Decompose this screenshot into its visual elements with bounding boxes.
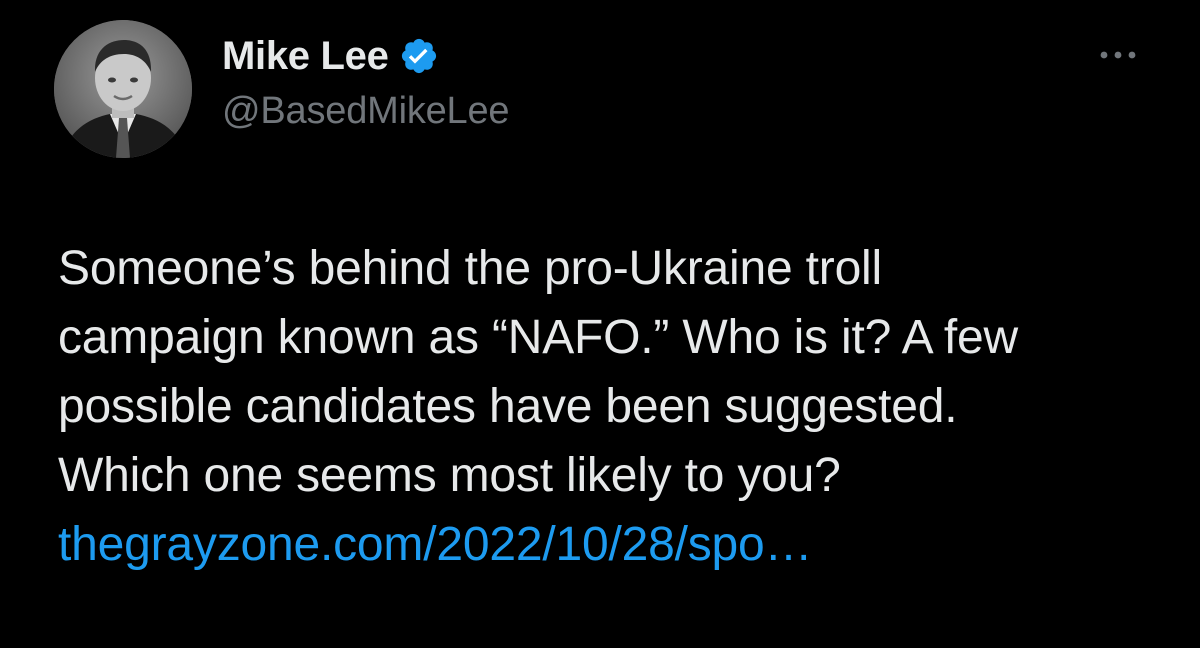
tweet-card: Mike Lee @BasedMikeLee Someone’s behind …	[0, 0, 1200, 648]
tweet-text-line: campaign known as “NAFO.” Who is it? A f…	[58, 311, 1018, 364]
tweet-text-line: Which one seems most likely to you?	[58, 449, 841, 502]
author-avatar[interactable]	[54, 20, 192, 158]
verified-badge-icon	[399, 36, 439, 76]
tweet-text-line: possible candidates have been suggested.	[58, 380, 958, 433]
avatar-photo	[54, 20, 192, 158]
author-handle[interactable]: @BasedMikeLee	[222, 90, 510, 133]
tweet-body: Someone’s behind the pro-Ukraine troll c…	[58, 234, 1168, 579]
more-options-icon[interactable]	[1096, 40, 1140, 70]
name-row: Mike Lee	[222, 28, 509, 84]
tweet-text-line: Someone’s behind the pro-Ukraine troll	[58, 242, 882, 295]
author-display-name[interactable]: Mike Lee	[222, 34, 389, 79]
author-info: Mike Lee @BasedMikeLee	[222, 28, 510, 133]
tweet-link[interactable]: thegrayzone.com/2022/10/28/spo…	[58, 518, 813, 571]
